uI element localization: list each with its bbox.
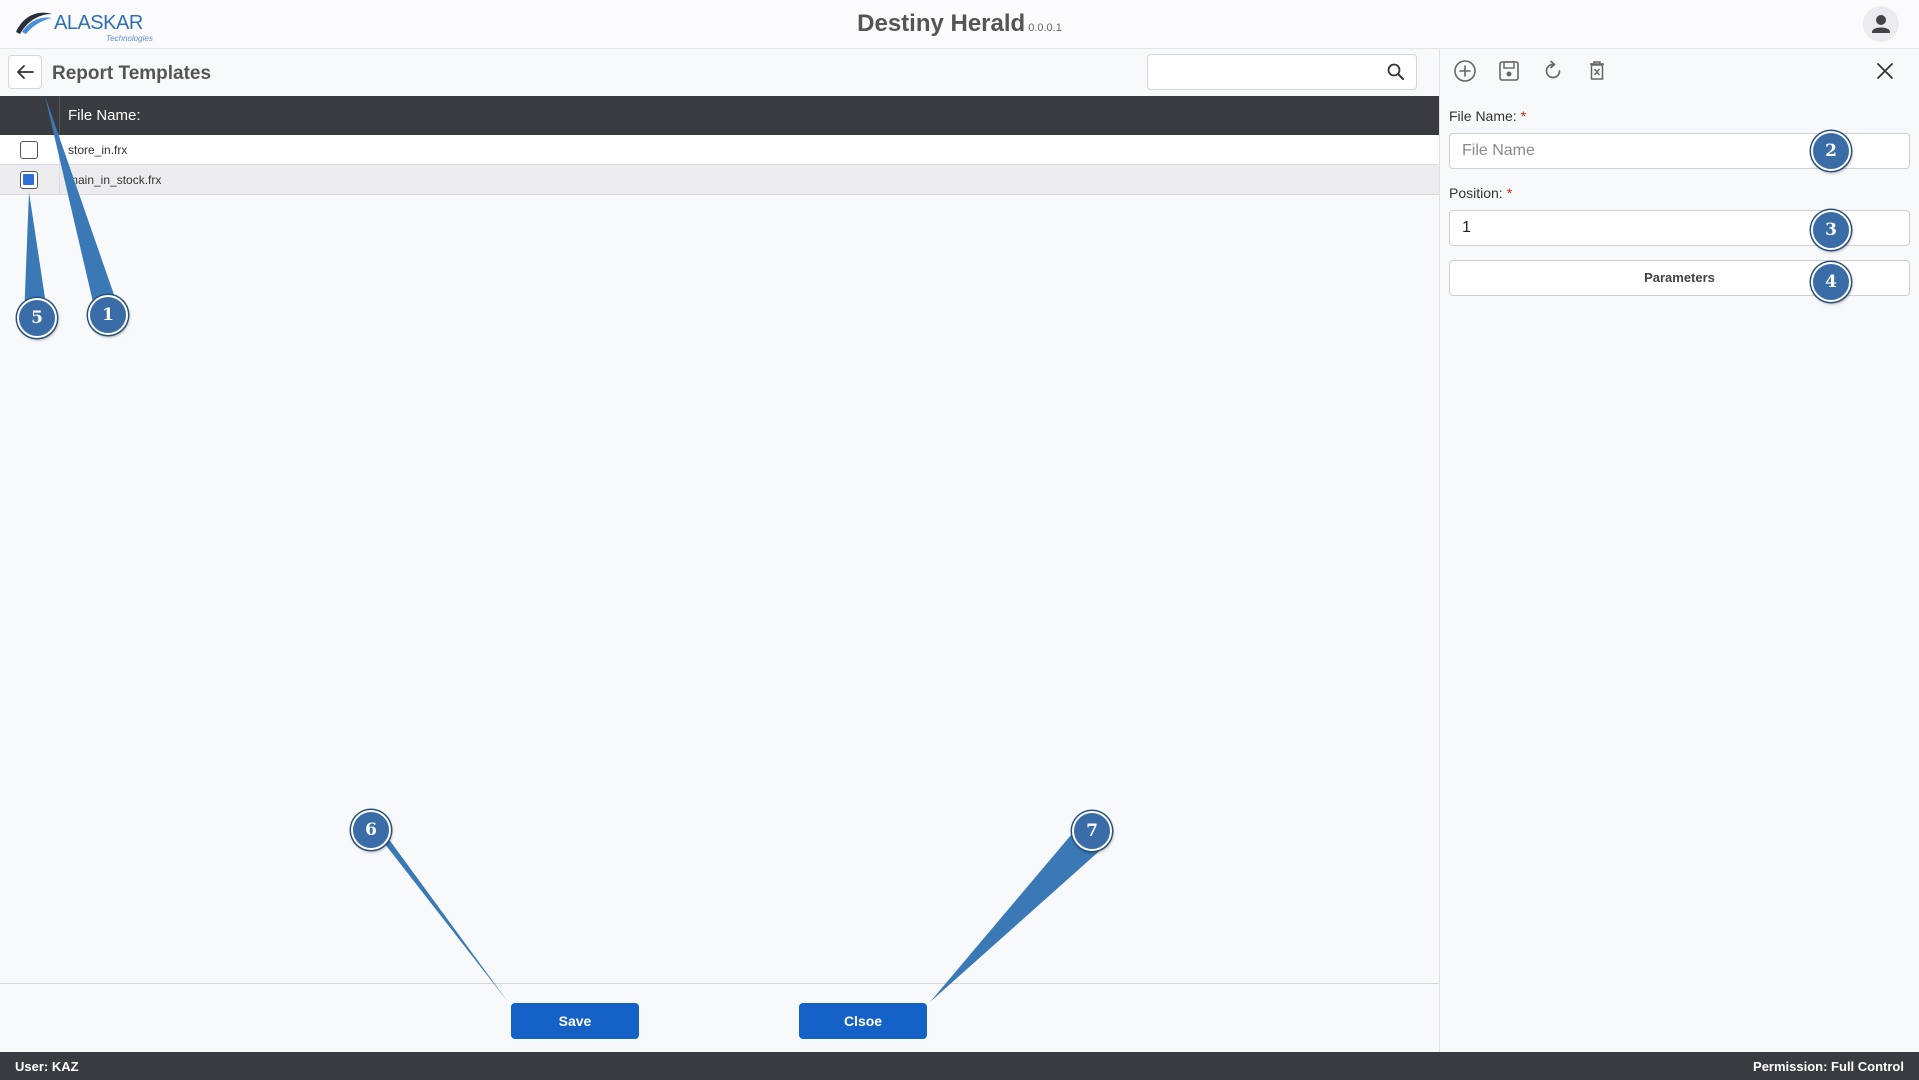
arrow-left-icon [17, 65, 34, 79]
app-header: ALASKAR Technologies Destiny Herald 0.0.0… [0, 0, 1919, 49]
callout-badge-6: 6 [351, 810, 391, 850]
file-name-label: File Name: * [1449, 108, 1526, 124]
column-separator [59, 96, 60, 135]
search-input[interactable] [1147, 54, 1417, 90]
user-avatar-button[interactable] [1863, 6, 1899, 42]
save-icon[interactable] [1496, 58, 1522, 84]
file-name-label-text: File Name: [1449, 108, 1517, 124]
file-name-placeholder: File Name [1462, 142, 1535, 159]
refresh-icon[interactable] [1540, 58, 1566, 84]
app-title: Destiny Herald 0.0.0.1 [0, 10, 1919, 38]
search-icon[interactable] [1386, 62, 1406, 82]
status-user: User: KAZ [15, 1059, 79, 1074]
callout-badge-7: 7 [1072, 811, 1112, 851]
row-checkbox[interactable] [20, 171, 38, 189]
close-panel-icon[interactable] [1873, 59, 1897, 83]
footer-divider [0, 983, 1439, 984]
callout-badge-5: 5 [17, 298, 57, 338]
table-row[interactable]: main_in_stock.frx [0, 165, 1439, 195]
save-button[interactable]: Save [511, 1003, 639, 1039]
file-name-cell: main_in_stock.frx [68, 173, 162, 187]
user-icon [1872, 15, 1890, 33]
required-mark: * [1520, 108, 1527, 124]
back-button[interactable] [8, 55, 42, 89]
grid-header: File Name: [0, 96, 1439, 135]
file-name-cell: store_in.frx [68, 143, 128, 157]
delete-icon[interactable] [1584, 58, 1610, 84]
page-title: Report Templates [52, 63, 212, 84]
cell-separator [59, 135, 60, 164]
callout-badge-2: 2 [1811, 131, 1851, 171]
callout-badge-4: 4 [1811, 262, 1851, 302]
add-circle-icon[interactable] [1452, 58, 1478, 84]
callout-badge-3: 3 [1811, 210, 1851, 250]
status-bar: User: KAZ Permission: Full Control [0, 1052, 1919, 1080]
table-row[interactable]: store_in.frx [0, 135, 1439, 165]
app-version: 0.0.0.1 [1028, 22, 1062, 34]
close-button[interactable]: Clsoe [799, 1003, 927, 1039]
template-list-panel: Report Templates File Name: store_in.frx… [0, 49, 1439, 1052]
status-permission: Permission: Full Control [1753, 1059, 1904, 1074]
required-mark: * [1506, 185, 1513, 201]
row-checkbox[interactable] [20, 141, 38, 159]
position-label-text: Position: [1449, 185, 1503, 201]
callout-badge-1: 1 [88, 295, 128, 335]
position-label: Position: * [1449, 185, 1512, 201]
cell-separator [59, 165, 60, 194]
app-title-text: Destiny Herald [857, 10, 1026, 37]
template-detail-panel: File Name: * File Name Position: * 1 Param… [1439, 49, 1919, 1052]
column-header-file-name[interactable]: File Name: [68, 107, 141, 124]
position-value: 1 [1462, 219, 1471, 236]
